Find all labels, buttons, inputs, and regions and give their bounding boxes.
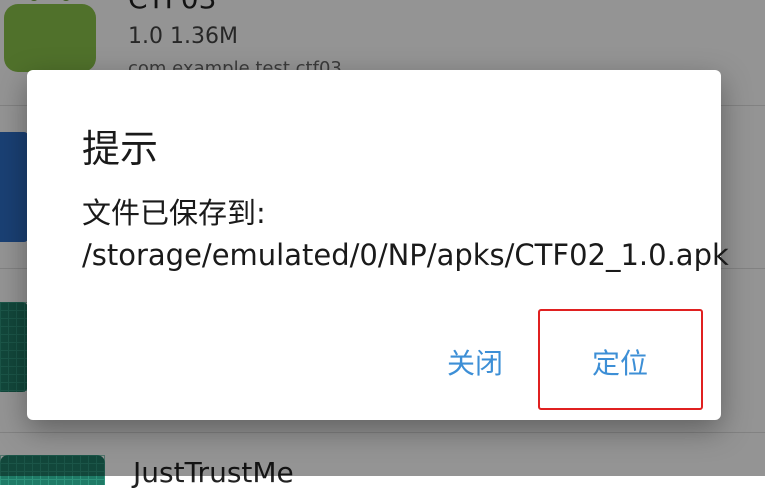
dialog-message: 文件已保存到: /storage/emulated/0/NP/apks/CTF0… xyxy=(82,196,729,272)
dialog-title: 提示 xyxy=(82,127,159,171)
locate-button[interactable]: 定位 xyxy=(592,342,648,382)
alert-dialog: 提示 文件已保存到: /storage/emulated/0/NP/apks/C… xyxy=(27,70,729,420)
close-button[interactable]: 关闭 xyxy=(447,342,503,382)
